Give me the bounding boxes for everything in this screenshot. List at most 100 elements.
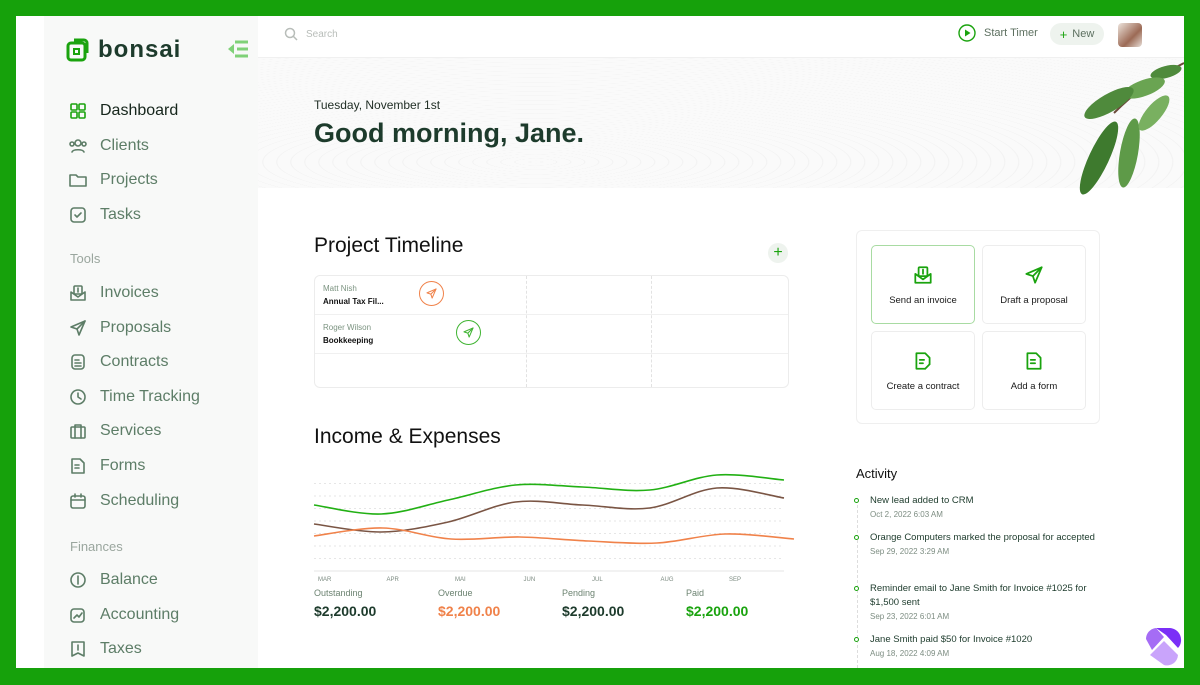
stat-pending: Pending $2,200.00 [562, 588, 624, 619]
start-timer-button[interactable]: Start Timer [958, 24, 1038, 42]
form-icon [1026, 351, 1042, 370]
stat-value: $2,200.00 [438, 603, 501, 619]
activity-item[interactable]: Jane Smith paid $50 for Invoice #1020 Aug… [854, 633, 1095, 658]
stat-value: $2,200.00 [562, 603, 625, 619]
search-input[interactable]: Search [284, 27, 338, 41]
quick-action-label: Send an invoice [889, 294, 957, 306]
project-timeline: Matt Nish Annual Tax Fil... Roger Wilson Bo… [314, 275, 789, 388]
logo-text: bonsai [98, 36, 182, 63]
stat-overdue: Overdue $2,200.00 [438, 588, 500, 619]
add-project-button[interactable]: + [768, 243, 788, 263]
send-icon [1025, 265, 1043, 284]
calendar-icon [70, 492, 86, 509]
leaf-branch-illustration [1079, 62, 1184, 195]
sidebar-item-label: Clients [100, 136, 149, 154]
stat-label: Outstanding [314, 588, 363, 598]
series-line-2 [313, 487, 785, 533]
activity-text: Jane Smith paid $50 for Invoice #1020 [870, 634, 1033, 645]
quick-action-send-an-invoice[interactable]: Send an invoice [871, 245, 975, 324]
x-tick-label: MAI [455, 577, 466, 583]
sidebar-item-label: Accounting [100, 605, 180, 623]
sidebar-item-label: Forms [100, 457, 146, 474]
project-name: Bookkeeping [323, 336, 374, 345]
greeting: Good morning, Jane. [314, 118, 585, 148]
sidebar-item-projects[interactable]: Projects [68, 170, 158, 190]
search-icon [284, 27, 298, 41]
topbar: Search Start Timer + New [258, 16, 1184, 58]
sidebar-item-time-tracking[interactable]: Time Tracking [68, 387, 200, 407]
project-status-marker[interactable] [419, 281, 444, 306]
checkbox-icon [70, 206, 86, 223]
quick-action-add-a-form[interactable]: Add a form [982, 331, 1086, 410]
sidebar-item-label: Proposals [100, 318, 172, 336]
stat-label: Overdue [438, 588, 473, 598]
activity-dot [854, 498, 859, 503]
activity-date: Aug 18, 2022 4:09 AM [870, 649, 950, 658]
send-icon [426, 288, 437, 299]
chart-icon [70, 607, 85, 623]
quick-action-label: Create a contract [886, 380, 960, 392]
clock-icon [70, 388, 86, 405]
project-name: Annual Tax Fil... [323, 297, 384, 306]
sidebar-item-clients[interactable]: Clients [68, 136, 149, 156]
sidebar-item-invoices[interactable]: Invoices [68, 283, 159, 303]
x-tick-label: JUL [592, 577, 603, 583]
section-tools: Tools [70, 251, 101, 266]
client-name: Matt Nish [323, 284, 357, 293]
briefcase-icon [70, 424, 86, 440]
sidebar-item-label: Tasks [100, 205, 141, 223]
sidebar-item-scheduling[interactable]: Scheduling [68, 491, 179, 511]
activity-item[interactable]: Reminder email to Jane Smith for Invoice… [854, 582, 1095, 621]
stat-value: $2,200.00 [314, 603, 377, 619]
sidebar-item-accounting[interactable]: Accounting [68, 605, 179, 625]
current-date: Tuesday, November 1st [314, 98, 441, 112]
activity-timeline-line [857, 500, 858, 668]
timeline-row[interactable]: Matt Nish Annual Tax Fil... [315, 276, 788, 315]
quick-action-create-a-contract[interactable]: Create a contract [871, 331, 975, 410]
activity-text: Reminder email to Jane Smith for Invoice… [870, 583, 1087, 608]
new-button[interactable]: + New [1050, 23, 1104, 45]
activity-item[interactable]: Orange Computers marked the proposal for… [854, 531, 1095, 556]
play-icon [958, 24, 976, 42]
quick-action-label: Draft a proposal [1000, 294, 1068, 306]
sidebar-item-forms[interactable]: Forms [68, 456, 145, 476]
help-chat-icon[interactable] [1142, 625, 1184, 667]
sidebar-item-tasks[interactable]: Tasks [68, 205, 141, 225]
activity-dot [854, 637, 859, 642]
project-status-marker[interactable] [456, 320, 481, 345]
stat-label: Pending [562, 588, 596, 598]
income-expenses-chart: MAR APR MAI JUN JUL AUG SEP [313, 473, 795, 583]
users-icon [69, 138, 87, 153]
series-line-3 [313, 527, 795, 545]
quick-action-draft-a-proposal[interactable]: Draft a proposal [982, 245, 1086, 324]
collapse-sidebar-icon[interactable] [226, 40, 250, 58]
sidebar-item-proposals[interactable]: Proposals [68, 318, 171, 338]
sidebar-item-services[interactable]: Services [68, 421, 161, 441]
logo[interactable]: bonsai [66, 36, 181, 64]
stat-value: $2,200.00 [686, 603, 749, 619]
app-window: bonsai Dashboard Clients Projects Tasks Tool… [16, 16, 1184, 668]
avatar[interactable] [1118, 23, 1142, 47]
sidebar-item-label: Contracts [100, 353, 169, 371]
search-placeholder: Search [306, 28, 338, 40]
sidebar-item-label: Time Tracking [100, 387, 200, 405]
activity-date: Oct 2, 2022 6:03 AM [870, 510, 943, 519]
stat-paid: Paid $2,200.00 [686, 588, 748, 619]
bonsai-logo-icon [66, 38, 89, 62]
project-timeline-title: Project Timeline [314, 234, 464, 257]
activity-item[interactable]: New lead added to CRM Oct 2, 2022 6:03 AM [854, 494, 1095, 519]
activity-dot [854, 586, 859, 591]
x-tick-label: MAR [318, 577, 332, 583]
stat-label: Paid [686, 588, 705, 598]
send-icon [70, 319, 86, 336]
sidebar-item-taxes[interactable]: Taxes [68, 639, 142, 659]
sidebar-item-dashboard[interactable]: Dashboard [68, 101, 178, 121]
sidebar-item-label: Taxes [100, 640, 142, 658]
sidebar-item-label: Invoices [100, 284, 159, 301]
sidebar-item-balance[interactable]: Balance [68, 570, 158, 590]
timeline-row[interactable]: Roger Wilson Bookkeeping [315, 315, 788, 354]
sidebar-item-contracts[interactable]: Contracts [68, 352, 168, 372]
activity-text: Orange Computers marked the proposal for… [870, 532, 1095, 543]
x-tick-label: SEP [729, 577, 741, 583]
invoice-icon [914, 265, 932, 284]
